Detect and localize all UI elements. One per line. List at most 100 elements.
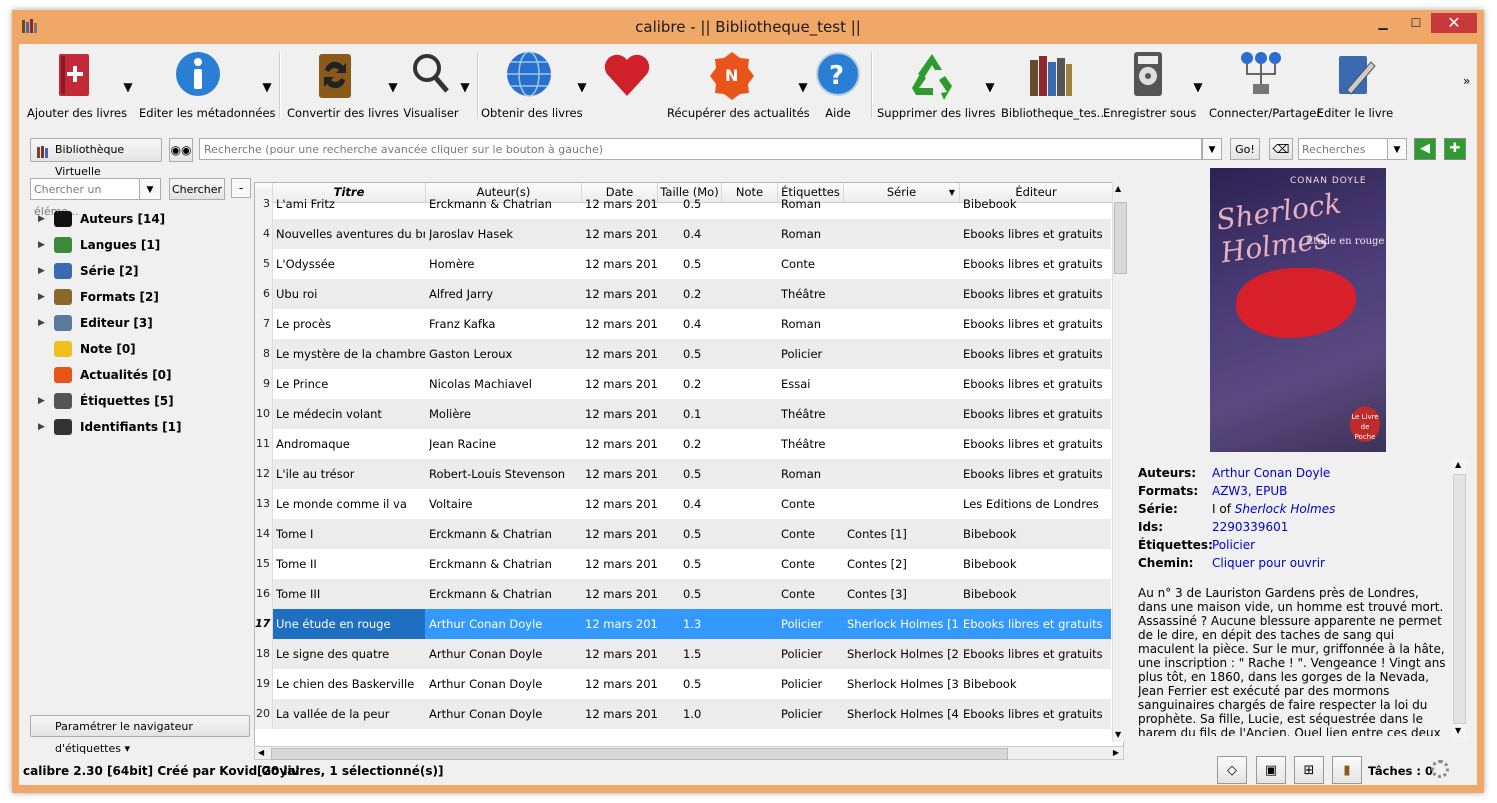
- toolbar-more-button[interactable]: »: [1463, 74, 1470, 88]
- copy-search-button[interactable]: ◀: [1414, 138, 1436, 160]
- save-icon: [1122, 50, 1174, 102]
- expand-arrow-icon[interactable]: ▶: [38, 414, 45, 440]
- cell-publisher: Bibebook: [963, 587, 1017, 601]
- collapse-all-button[interactable]: -: [231, 178, 251, 198]
- virtual-library-button[interactable]: Bibliothèque Virtuelle: [30, 138, 162, 178]
- isbn-link[interactable]: 2290339601: [1212, 518, 1288, 536]
- remove-books-button[interactable]: Supprimer des livres: [877, 48, 996, 124]
- scrollbar-thumb[interactable]: [1453, 474, 1466, 724]
- table-row[interactable]: 4 Nouvelles aventures du br... Jaroslav Ha…: [255, 219, 1111, 249]
- advanced-search-button[interactable]: ◉◉: [169, 138, 193, 162]
- tag-category-7[interactable]: ▶ Étiquettes [5]: [30, 388, 255, 414]
- expand-arrow-icon[interactable]: ▶: [38, 258, 45, 284]
- cell-date: 12 mars 2015: [585, 587, 657, 601]
- maximize-button[interactable]: ☐: [1402, 13, 1430, 33]
- convert-books-button[interactable]: Convertir des livres: [287, 48, 399, 124]
- expand-arrow-icon[interactable]: ▶: [38, 388, 45, 414]
- scroll-up-icon[interactable]: ▲: [1455, 460, 1461, 469]
- tag-category-4[interactable]: ▶ Editeur [3]: [30, 310, 255, 336]
- details-scrollbar[interactable]: ▲ ▼: [1452, 458, 1466, 738]
- tag-category-3[interactable]: ▶ Formats [2]: [30, 284, 255, 310]
- tag-category-8[interactable]: ▶ Identifiants [1]: [30, 414, 255, 440]
- cell-title: L'ile au trésor: [276, 467, 355, 481]
- table-row[interactable]: 5L'Odyssée Homère 12 mars 2015 0.5 Conte Eboo…: [255, 249, 1111, 279]
- book-details-toggle[interactable]: ▣: [1256, 756, 1286, 784]
- table-row[interactable]: 9Le Prince Nicolas Machiavel 12 mars 2015 0…: [255, 369, 1111, 399]
- scroll-down-icon[interactable]: ▼: [1115, 730, 1121, 739]
- cover-subtitle: Étude en rouge: [1306, 236, 1385, 247]
- series-link[interactable]: Sherlock Holmes: [1235, 502, 1336, 516]
- table-vertical-scrollbar[interactable]: ▲ ▼: [1112, 182, 1127, 742]
- connect-icon: [1235, 50, 1287, 102]
- add-books-button[interactable]: Ajouter des livres: [27, 48, 127, 124]
- table-row[interactable]: 10Le médecin volant Molière 12 mars 2015 0.…: [255, 399, 1111, 429]
- expand-arrow-icon[interactable]: ▶: [38, 232, 45, 258]
- saved-searches-dropdown[interactable]: ▼: [1387, 138, 1407, 160]
- open-folder-link[interactable]: Cliquer pour ouvrir: [1212, 554, 1325, 572]
- cover-browser-toggle[interactable]: ▮: [1332, 756, 1362, 784]
- expand-arrow-icon[interactable]: ▶: [38, 206, 45, 232]
- detail-key: Série:: [1138, 502, 1178, 516]
- saved-searches-input[interactable]: Recherches sa...: [1298, 138, 1388, 178]
- tag-category-5[interactable]: Note [0]: [30, 336, 255, 362]
- cover-grid-toggle[interactable]: ⊞: [1294, 756, 1324, 784]
- recycle-icon: [906, 50, 958, 102]
- get-books-button[interactable]: Obtenir des livres: [481, 48, 583, 124]
- scroll-up-icon[interactable]: ▲: [1115, 184, 1121, 193]
- clear-search-button[interactable]: ⌫: [1269, 138, 1293, 160]
- tag-category-label: Langues [1]: [80, 238, 161, 252]
- jobs-text[interactable]: Tâches : 0: [1368, 764, 1433, 778]
- scroll-down-icon[interactable]: ▼: [1455, 726, 1461, 735]
- table-row[interactable]: 18 Le signe des quatre Arthur Conan Doyle 1…: [255, 639, 1111, 669]
- tag-category-2[interactable]: ▶ Série [2]: [30, 258, 255, 284]
- edit-metadata-button[interactable]: Editer les métadonnées: [139, 48, 276, 124]
- table-row[interactable]: 7Le procès Franz Kafka 12 mars 2015 0.4 Roma…: [255, 309, 1111, 339]
- go-button[interactable]: Go!: [1230, 138, 1260, 160]
- tag-browser-search-dropdown[interactable]: ▼: [139, 178, 161, 200]
- tag-browser-find-button[interactable]: Chercher: [169, 178, 225, 200]
- expand-arrow-icon[interactable]: ▶: [38, 284, 45, 310]
- table-row[interactable]: 17 Une étude en rouge Arthur Conan Doyle 12…: [255, 609, 1111, 639]
- globe-icon: [503, 50, 555, 102]
- expand-arrow-icon[interactable]: ▶: [38, 310, 45, 336]
- connect-share-button[interactable]: Connecter/Partager: [1209, 48, 1321, 124]
- fetch-news-button[interactable]: N Récupérer des actualités: [667, 48, 810, 124]
- scrollbar-thumb[interactable]: [1114, 202, 1127, 274]
- save-search-button[interactable]: ✚: [1444, 138, 1466, 160]
- table-row[interactable]: 16Tome III Erckmann & Chatrian 12 mars 201…: [255, 579, 1111, 609]
- table-row[interactable]: 13 Le monde comme il va Voltaire 12 mars 20…: [255, 489, 1111, 519]
- table-row[interactable]: 8 Le mystère de la chambre... Gaston Lerou…: [255, 339, 1111, 369]
- tag-category-0[interactable]: ▶ Auteurs [14]: [30, 206, 255, 232]
- table-row[interactable]: 11Andromaque Jean Racine 12 mars 2015 0.2 Th…: [255, 429, 1111, 459]
- minimize-button[interactable]: ▁: [1369, 13, 1397, 33]
- table-row[interactable]: 15Tome II Erckmann & Chatrian 12 mars 2015…: [255, 549, 1111, 579]
- close-button[interactable]: ✕: [1431, 13, 1477, 33]
- table-row[interactable]: 12 L'ile au trésor Robert-Louis Stevenson 1…: [255, 459, 1111, 489]
- tag-category-1[interactable]: ▶ Langues [1]: [30, 232, 255, 258]
- configure-tag-browser-button[interactable]: Paramétrer le navigateur d'étiquettes ▾: [30, 715, 250, 755]
- formats-link[interactable]: AZW3, EPUB: [1212, 482, 1287, 500]
- cell-size: 0.2: [683, 287, 702, 301]
- table-row[interactable]: 20 La vallée de la peur Arthur Conan Doyle…: [255, 699, 1111, 729]
- tag-browser-toggle[interactable]: ◇: [1217, 756, 1247, 784]
- status-bar: calibre 2.30 [64bit] Créé par Kovid Goya…: [19, 752, 1477, 785]
- table-row[interactable]: 14Tome I Erckmann & Chatrian 12 mars 2015 0…: [255, 519, 1111, 549]
- book-cover[interactable]: CONAN DOYLE Sherlock Holmes Étude en rou…: [1210, 168, 1386, 452]
- library-button[interactable]: Bibliotheque_tes...: [1001, 48, 1108, 124]
- tag-category-6[interactable]: Actualités [0]: [30, 362, 255, 388]
- save-to-disk-button[interactable]: Enregistrer sous: [1103, 48, 1196, 124]
- search-history-dropdown[interactable]: ▼: [1202, 138, 1222, 160]
- authors-link[interactable]: Arthur Conan Doyle: [1212, 464, 1330, 482]
- help-button[interactable]: ? Aide: [812, 48, 864, 124]
- grid-icon: ⊞: [1303, 763, 1315, 778]
- search-input[interactable]: Recherche (pour une recherche avancée cl…: [199, 138, 1202, 160]
- cell-author: Franz Kafka: [429, 317, 496, 331]
- table-row[interactable]: 19 Le chien des Baskerville Arthur Conan D…: [255, 669, 1111, 699]
- view-button[interactable]: Visualiser: [399, 48, 463, 124]
- tag-browser-search-input[interactable]: Chercher un éléme...: [30, 178, 140, 218]
- edit-book-button[interactable]: Editer le livre: [1315, 48, 1395, 124]
- table-row[interactable]: 6Ubu roi Alfred Jarry 12 mars 2015 0.2 Théât…: [255, 279, 1111, 309]
- table-row[interactable]: 3 L'ami Fritz Erckmann & Chatrian 12 mars 2…: [255, 189, 1111, 219]
- tags-link[interactable]: Policier: [1212, 536, 1255, 554]
- donate-button[interactable]: [597, 48, 657, 124]
